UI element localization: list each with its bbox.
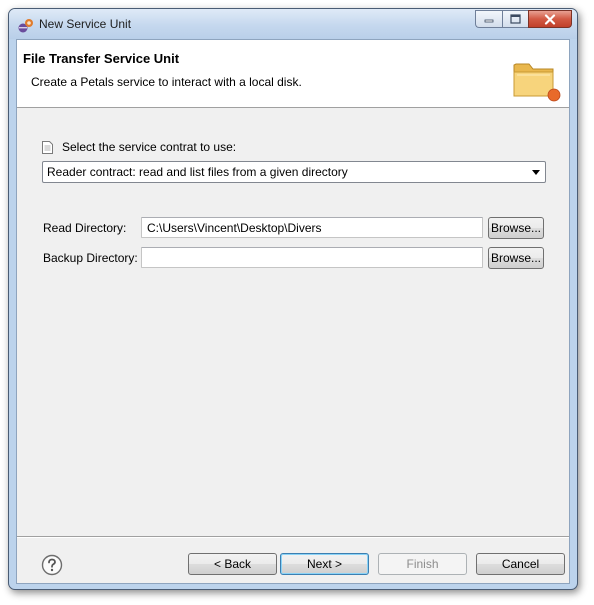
document-icon	[42, 140, 53, 154]
read-directory-label: Read Directory:	[43, 221, 127, 235]
maximize-icon	[510, 14, 521, 24]
close-button[interactable]	[528, 10, 572, 28]
maximize-button[interactable]	[502, 10, 528, 28]
cancel-button[interactable]: Cancel	[476, 553, 565, 575]
banner-description: Create a Petals service to interact with…	[31, 75, 302, 89]
contract-selected-value: Reader contract: read and list files fro…	[47, 165, 348, 179]
backup-directory-label: Backup Directory:	[43, 251, 138, 265]
close-icon	[544, 13, 556, 25]
backup-directory-browse-button[interactable]: Browse...	[488, 247, 544, 269]
contract-label: Select the service contrat to use:	[62, 140, 237, 154]
minimize-icon	[484, 19, 494, 23]
window-title: New Service Unit	[39, 17, 132, 31]
folder-icon	[513, 63, 561, 102]
banner-title: File Transfer Service Unit	[23, 51, 180, 66]
eclipse-app-icon	[18, 19, 33, 33]
dialog-content: File Transfer Service Unit Create a Peta…	[16, 39, 570, 584]
title-bar[interactable]: New Service Unit	[9, 9, 577, 39]
wizard-banner: File Transfer Service Unit Create a Peta…	[17, 40, 569, 108]
contract-label-row: Select the service contrat to use:	[42, 140, 236, 154]
read-directory-input[interactable]	[141, 217, 483, 238]
chevron-down-icon	[532, 170, 540, 175]
dialog-window: New Service Unit File Transfer Service U…	[8, 8, 578, 590]
window-controls	[475, 10, 572, 28]
finish-button[interactable]: Finish	[378, 553, 467, 575]
backup-directory-input[interactable]	[141, 247, 483, 268]
contract-dropdown[interactable]: Reader contract: read and list files fro…	[42, 161, 546, 183]
minimize-button[interactable]	[475, 10, 502, 28]
footer-divider	[17, 536, 569, 538]
read-directory-browse-button[interactable]: Browse...	[488, 217, 544, 239]
help-icon[interactable]	[41, 554, 63, 576]
next-button[interactable]: Next >	[280, 553, 369, 575]
back-button[interactable]: < Back	[188, 553, 277, 575]
